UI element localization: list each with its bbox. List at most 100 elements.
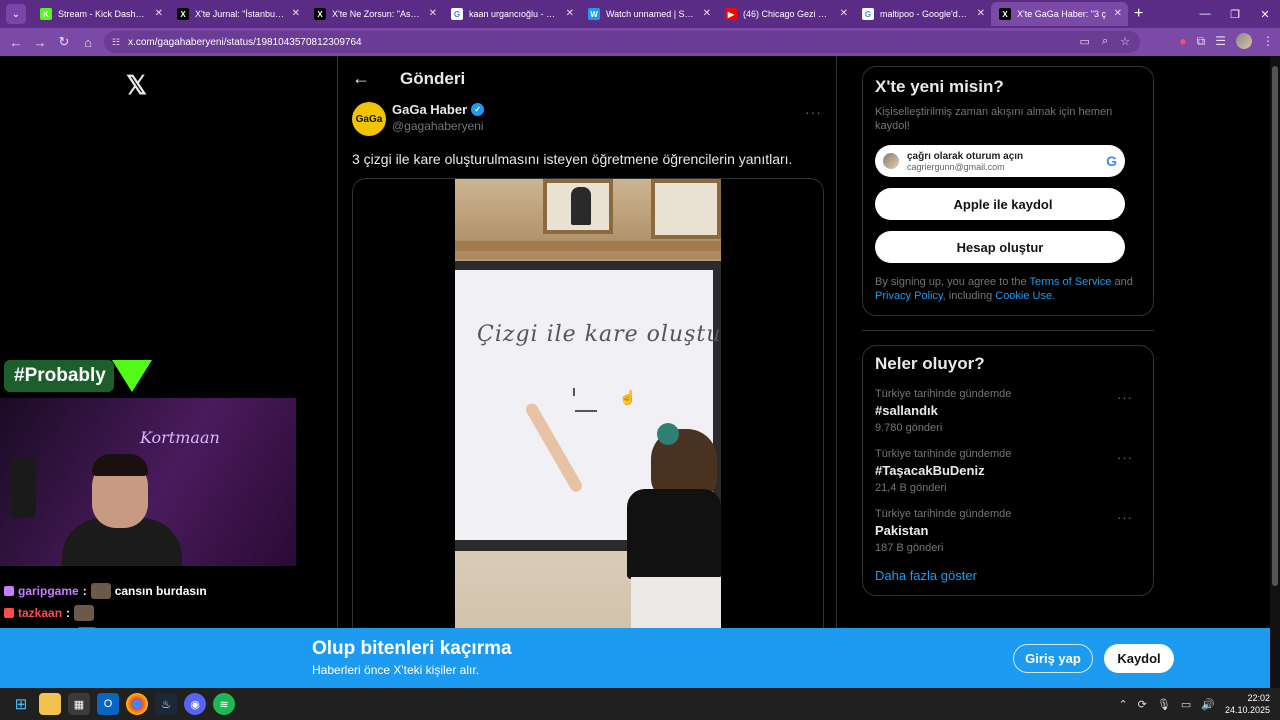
browser-tab[interactable]: Gkaan urgancıoğlu - Googl ✕ xyxy=(443,2,580,26)
tab-close-icon[interactable]: ✕ xyxy=(429,8,437,19)
start-windows-icon[interactable]: ⊞ xyxy=(10,693,32,715)
tab-search-icon[interactable]: ⌄ xyxy=(6,4,26,24)
post-more-icon[interactable]: ··· xyxy=(805,104,822,120)
browser-tab[interactable]: Gmaltipoo - Google'da Ara ✕ xyxy=(854,2,991,26)
legal-pre: By signing up, you agree to the xyxy=(875,276,1030,288)
video-player[interactable]: Çizgi ile kare oluştur ☝ xyxy=(352,178,824,698)
trend-item[interactable]: Türkiye tarihinde gündemde Pakistan 187 B … xyxy=(875,508,1141,554)
cookie-link[interactable]: Cookie Use xyxy=(995,290,1052,302)
outlook-icon[interactable]: O xyxy=(97,693,119,715)
browser-tab[interactable]: X X'te GaGa Haber: "3 ç ✕ xyxy=(991,2,1128,26)
screen: ⌄ K Stream - Kick Dashboard ✕ X X'te Jurnal:… xyxy=(0,0,1280,720)
reading-list-icon[interactable]: ☰ xyxy=(1215,34,1226,48)
maximize-icon[interactable]: ❐ xyxy=(1220,8,1250,21)
tray-network-icon[interactable]: ▭ xyxy=(1181,698,1191,711)
tab-close-icon[interactable]: ✕ xyxy=(703,8,711,19)
tab-title: X'te Jurnal: "İstanbul Atag xyxy=(195,9,284,19)
address-bar[interactable]: ☷ x.com/gagahaberyeni/status/19810435708… xyxy=(104,31,1140,53)
board-mark-1 xyxy=(573,388,575,396)
banner-subtitle: Haberleri önce X'teki kişiler alır. xyxy=(312,663,480,677)
browser-tab[interactable]: ▶ (46) Chicago Gezi Vlogu ✕ xyxy=(717,2,854,26)
site-info-icon[interactable]: ☷ xyxy=(112,37,120,48)
trend-more-icon[interactable]: ··· xyxy=(1117,450,1133,465)
menu-kebab-icon[interactable]: ⋮ xyxy=(1262,34,1274,48)
back-arrow-icon[interactable]: ← xyxy=(352,68,370,89)
student-shirt xyxy=(627,489,721,579)
google-signin-button[interactable]: çağrı olarak oturum açın cagriergunn@gma… xyxy=(875,145,1125,177)
extension-record-icon[interactable]: ● xyxy=(1179,34,1186,48)
profile-avatar[interactable] xyxy=(1236,33,1252,49)
chat-username[interactable]: tazkaan xyxy=(18,606,62,620)
close-window-icon[interactable]: ✕ xyxy=(1250,8,1280,21)
forward-icon[interactable]: → xyxy=(28,35,52,50)
tab-favicon-icon: W xyxy=(588,8,600,20)
google-account-line1: çağrı olarak oturum açın xyxy=(907,150,1024,162)
tab-title: (46) Chicago Gezi Vlogu xyxy=(743,9,832,19)
tab-close-icon[interactable]: ✕ xyxy=(840,8,848,19)
browser-tab[interactable]: K Stream - Kick Dashboard ✕ xyxy=(32,2,169,26)
zoom-icon[interactable]: ⌕ xyxy=(1102,35,1108,48)
bookmark-star-icon[interactable]: ☆ xyxy=(1120,35,1130,48)
spotify-icon[interactable]: ≋ xyxy=(213,693,235,715)
verified-badge-icon: ✓ xyxy=(471,103,485,116)
chat-badge-icon xyxy=(4,586,14,596)
post-author[interactable]: GaGa GaGa Haber ✓ @gagahaberyeni xyxy=(352,102,485,136)
tray-sync-icon[interactable]: ⟳ xyxy=(1138,698,1147,711)
file-explorer-icon[interactable] xyxy=(39,693,61,715)
back-icon[interactable]: ← xyxy=(4,35,28,50)
tab-close-icon[interactable]: ✕ xyxy=(292,8,300,19)
author-name[interactable]: GaGa Haber xyxy=(392,102,467,117)
steam-icon[interactable]: ♨ xyxy=(155,693,177,715)
new-tab-icon[interactable]: + xyxy=(1134,5,1143,23)
tab-close-icon[interactable]: ✕ xyxy=(566,8,574,19)
tray-mic-icon[interactable]: 🎙 xyxy=(1157,698,1171,711)
home-icon[interactable]: ⌂ xyxy=(76,35,100,50)
google-g-icon: G xyxy=(1106,153,1117,169)
tab-title: X'te GaGa Haber: "3 ç xyxy=(1017,9,1106,19)
tray-chevron-icon[interactable]: ⌃ xyxy=(1118,698,1127,711)
signup-button[interactable]: Kaydol xyxy=(1104,644,1174,673)
browser-tab[interactable]: W Watch unnamed | Stream ✕ xyxy=(580,2,717,26)
extensions-icon[interactable]: ⧉ xyxy=(1197,34,1206,49)
trend-item[interactable]: Türkiye tarihinde gündemde #sallandık 9.78… xyxy=(875,388,1141,434)
chat-username[interactable]: garipgame xyxy=(18,584,79,598)
tab-favicon-icon: G xyxy=(451,8,463,20)
trend-more-icon[interactable]: ··· xyxy=(1117,510,1133,525)
author-avatar[interactable]: GaGa xyxy=(352,102,386,136)
chat-message: tazkaan: xyxy=(4,602,304,624)
tray-volume-icon[interactable]: 🔊 xyxy=(1201,698,1215,711)
trend-item[interactable]: Türkiye tarihinde gündemde #TaşacakBuDeni… xyxy=(875,448,1141,494)
signup-title: X'te yeni misin? xyxy=(875,77,1004,96)
author-handle[interactable]: @gagahaberyeni xyxy=(392,119,484,133)
discord-icon[interactable]: ◉ xyxy=(184,693,206,715)
show-more-link[interactable]: Daha fazla göster xyxy=(875,568,1141,583)
store-icon[interactable]: ▦ xyxy=(68,693,90,715)
video-frame[interactable]: Çizgi ile kare oluştur xyxy=(455,179,721,697)
clock[interactable]: 22:02 24.10.2025 xyxy=(1225,692,1270,716)
privacy-link[interactable]: Privacy Policy xyxy=(875,290,943,302)
tab-close-icon[interactable]: ✕ xyxy=(1114,8,1122,19)
tab-close-icon[interactable]: ✕ xyxy=(155,8,163,19)
terms-link[interactable]: Terms of Service xyxy=(1030,276,1112,288)
create-account-button[interactable]: Hesap oluştur xyxy=(875,231,1125,263)
page-scrollbar[interactable] xyxy=(1270,56,1280,688)
browser-tab[interactable]: X X'te Jurnal: "İstanbul Atag ✕ xyxy=(169,2,306,26)
x-logo-icon[interactable]: 𝕏 xyxy=(126,70,147,101)
tab-close-icon[interactable]: ✕ xyxy=(977,8,985,19)
login-button[interactable]: Giriş yap xyxy=(1013,644,1093,673)
chrome-icon[interactable] xyxy=(126,693,148,715)
trend-list: Türkiye tarihinde gündemde #sallandık 9.78… xyxy=(875,388,1141,554)
create-account-label: Hesap oluştur xyxy=(956,239,1044,255)
kick-logo-icon xyxy=(111,360,152,392)
tab-favicon-icon: K xyxy=(40,8,52,20)
scrollbar-thumb[interactable] xyxy=(1272,66,1278,586)
browser-tab[interactable]: X X'te Ne Zorsun: "Askerlik ✕ xyxy=(306,2,443,26)
reload-icon[interactable]: ↻ xyxy=(52,34,76,50)
install-app-icon[interactable]: ▭ xyxy=(1080,35,1090,48)
chat-emote-icon xyxy=(74,605,95,621)
trend-more-icon[interactable]: ··· xyxy=(1117,390,1133,405)
webcam-overlay: Kortmaan xyxy=(0,398,296,566)
chat-colon: : xyxy=(82,584,87,598)
minimize-icon[interactable]: — xyxy=(1190,8,1220,20)
apple-signup-button[interactable]: Apple ile kaydol xyxy=(875,188,1125,220)
